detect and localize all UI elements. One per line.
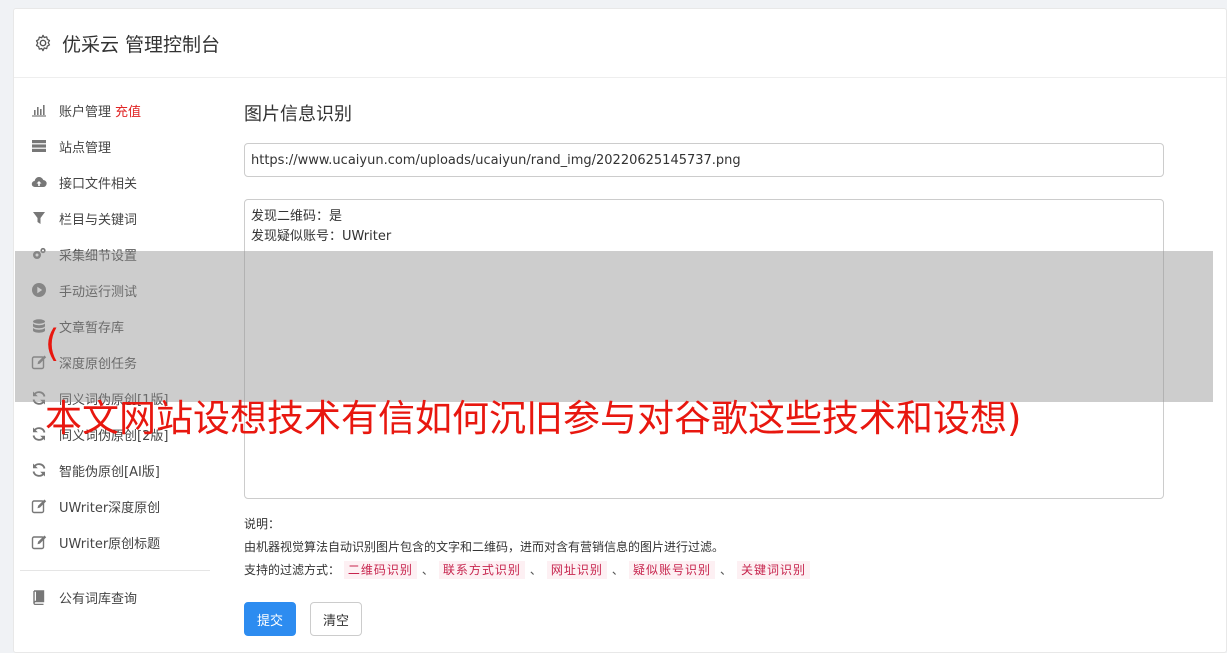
form-actions: 提交 清空: [244, 602, 1164, 636]
gear-icon: [34, 34, 52, 52]
refresh-icon: [30, 462, 47, 479]
filter-tag: 疑似账号识别: [628, 561, 715, 579]
sidebar-divider: [20, 570, 210, 571]
book-icon: [30, 589, 47, 606]
panel-header: 优采云 管理控制台: [14, 9, 1226, 78]
description-block: 说明： 由机器视觉算法自动识别图片包含的文字和二维码，进而对含有营销信息的图片进…: [244, 513, 1164, 582]
overlay-caption-line1: (: [45, 322, 60, 365]
recharge-link[interactable]: 充值: [115, 101, 141, 120]
app-title: 优采云 管理控制台: [62, 33, 221, 56]
filter-methods: 支持的过滤方式： 二维码识别、联系方式识别、网址识别、疑似账号识别、关键词识别: [244, 559, 1164, 582]
cloud-upload-icon: [30, 174, 47, 191]
filter-tag: 二维码识别: [343, 561, 417, 579]
edit-icon: [30, 498, 47, 515]
sidebar-item-account[interactable]: 账户管理 充值: [20, 92, 210, 128]
filter-tag: 联系方式识别: [438, 561, 525, 579]
sidebar-item-label: 栏目与关键词: [59, 212, 138, 228]
result-line-qrcode: 发现二维码：是: [251, 209, 343, 224]
clear-button[interactable]: 清空: [310, 602, 363, 636]
filter-label: 支持的过滤方式：: [244, 563, 341, 577]
sidebar-item-uwriter-title[interactable]: UWriter原创标题: [20, 524, 210, 560]
sidebar-item-label: 站点管理: [59, 140, 112, 156]
sidebar-item-label: 账户管理: [59, 104, 112, 120]
bar-chart-icon: [30, 102, 47, 119]
description-label: 说明：: [244, 517, 281, 531]
section-title: 图片信息识别: [244, 104, 352, 125]
sidebar-item-label: UWriter原创标题: [59, 536, 161, 552]
result-line-account: 发现疑似账号：UWriter: [251, 229, 392, 244]
sidebar-item-columns-keywords[interactable]: 栏目与关键词: [20, 200, 210, 236]
sidebar-item-uwriter-deep[interactable]: UWriter深度原创: [20, 488, 210, 524]
sidebar-item-label: UWriter深度原创: [59, 500, 161, 516]
sidebar-item-label: 公有词库查询: [59, 591, 138, 607]
submit-button[interactable]: 提交: [244, 602, 297, 636]
sidebar-item-label: 智能伪原创[AI版]: [59, 464, 160, 480]
overlay-caption-line2: 本文网站设想技术有信如何沉旧参与对谷歌这些技术和设想): [45, 397, 1022, 440]
filter-icon: [30, 210, 47, 227]
sidebar-item-interface-files[interactable]: 接口文件相关: [20, 164, 210, 200]
filter-tag: 关键词识别: [736, 561, 810, 579]
image-url-input[interactable]: [244, 143, 1164, 177]
edit-icon: [30, 534, 47, 551]
sidebar-item-sites[interactable]: 站点管理: [20, 128, 210, 164]
overlay-band: [15, 251, 1213, 402]
sidebar-item-ai-rewrite[interactable]: 智能伪原创[AI版]: [20, 452, 210, 488]
sidebar-item-label: 接口文件相关: [59, 176, 138, 192]
sidebar-item-public-lexicon[interactable]: 公有词库查询: [20, 579, 210, 615]
filter-tag: 网址识别: [546, 561, 607, 579]
description-text: 由机器视觉算法自动识别图片包含的文字和二维码，进而对含有营销信息的图片进行过滤。: [244, 540, 725, 554]
server-icon: [30, 138, 47, 155]
